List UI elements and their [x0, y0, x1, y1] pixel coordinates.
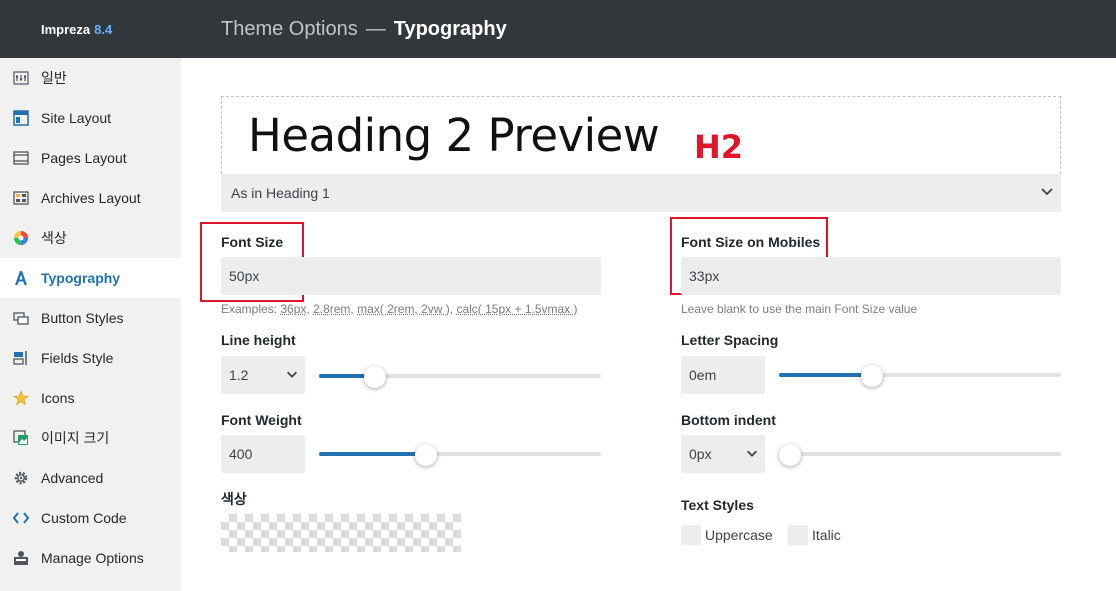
slider-fill [779, 373, 872, 377]
code-icon [12, 510, 29, 527]
italic-checkbox[interactable]: Italic [788, 525, 841, 545]
letter-spacing-label: Letter Spacing [681, 332, 779, 348]
font-family-value: As in Heading 1 [231, 185, 330, 201]
uppercase-label: Uppercase [705, 527, 773, 543]
sidebar-item-color[interactable]: 색상 [0, 218, 181, 258]
manage-icon [12, 550, 29, 567]
archive-icon [12, 190, 29, 207]
font-size-example-3[interactable]: max( 2rem, 2vw ) [357, 302, 450, 316]
sidebar-item-advanced[interactable]: Advanced [0, 458, 181, 498]
font-size-example-2[interactable]: 2.8rem [313, 302, 350, 316]
sidebar-item-typography[interactable]: Typography [0, 258, 181, 298]
bottom-indent-value: 0px [689, 446, 712, 462]
chevron-down-icon [1039, 183, 1055, 202]
button-icon [12, 310, 29, 327]
italic-label: Italic [812, 527, 841, 543]
slider-track [779, 452, 1061, 456]
slider-handle[interactable] [415, 444, 437, 466]
heading-preview-text: Heading 2 Preview [248, 109, 660, 162]
uppercase-checkbox[interactable]: Uppercase [681, 525, 773, 545]
star-icon [12, 390, 29, 407]
sidebar-item-manage-options[interactable]: Manage Options [0, 538, 181, 578]
h2-annotation: H2 [694, 128, 744, 166]
sidebar-item-archives-layout[interactable]: Archives Layout [0, 178, 181, 218]
font-size-example-4[interactable]: calc( 15px + 1.5vmax ) [456, 302, 577, 316]
letter-spacing-input[interactable]: 0em [681, 356, 765, 394]
line-height-select[interactable]: 1.2 [221, 356, 305, 394]
slider-handle[interactable] [861, 365, 883, 387]
letter-spacing-slider[interactable] [779, 365, 1061, 387]
chevron-down-icon [285, 367, 299, 384]
font-size-label: Font Size [221, 234, 284, 250]
sidebar-item-image-size[interactable]: 이미지 크기 [0, 418, 181, 458]
brand-name: Impreza [41, 21, 91, 37]
font-size-hint: Examples: 36px, 2.8rem, max( 2rem, 2vw )… [221, 302, 578, 316]
line-height-label: Line height [221, 332, 296, 348]
color-label: 색상 [221, 491, 247, 507]
sidebar-item-general[interactable]: 일반 [0, 58, 181, 98]
fields-icon [12, 350, 29, 367]
font-size-hint-prefix: Examples: [221, 302, 281, 316]
slider-handle[interactable] [364, 366, 386, 388]
sidebar-item-pages-layout[interactable]: Pages Layout [0, 138, 181, 178]
main-panel: Heading 2 Preview H2 As in Heading 1 Fon… [181, 58, 1116, 591]
font-size-example-1[interactable]: 36px [280, 302, 306, 316]
heading-preview: Heading 2 Preview [221, 96, 1061, 174]
header-separator: — [365, 17, 386, 40]
color-picker-swatch[interactable] [221, 514, 461, 552]
gear-icon [12, 470, 29, 487]
font-size-input[interactable]: 50px [221, 257, 601, 295]
typography-icon [12, 270, 29, 287]
slider-fill [319, 452, 426, 456]
font-size-mobiles-hint: Leave blank to use the main Font Size va… [681, 302, 918, 316]
chevron-down-icon [745, 446, 759, 463]
sidebar-item-icons[interactable]: Icons [0, 378, 181, 418]
text-styles-label: Text Styles [681, 497, 754, 513]
font-weight-label: Font Weight [221, 412, 302, 428]
page-title: Typography [393, 17, 507, 40]
sidebar-item-custom-code[interactable]: Custom Code [0, 498, 181, 538]
font-size-mobiles-label: Font Size on Mobiles [681, 234, 821, 250]
sidebar: Impreza 8.4 일반 Site Layout Pages Layout [0, 0, 181, 591]
font-family-select[interactable]: As in Heading 1 [221, 174, 1061, 212]
checkbox-box[interactable] [681, 525, 701, 545]
font-size-mobiles-input[interactable]: 33px [681, 257, 1061, 295]
page-header: Theme Options — Typography [181, 0, 1116, 58]
line-height-value: 1.2 [229, 367, 249, 383]
font-weight-input[interactable]: 400 [221, 435, 305, 473]
page-layout-icon [12, 150, 29, 167]
brand-version: 8.4 [94, 21, 113, 37]
layout-icon [12, 110, 29, 127]
sidebar-item-button-styles[interactable]: Button Styles [0, 298, 181, 338]
header-section: Theme Options [221, 17, 358, 40]
slider-handle[interactable] [779, 444, 801, 466]
sidebar-nav: 일반 Site Layout Pages Layout Archives Lay… [0, 58, 181, 578]
sliders-icon [12, 70, 29, 87]
line-height-slider[interactable] [319, 366, 601, 388]
sidebar-item-fields-style[interactable]: Fields Style [0, 338, 181, 378]
checkbox-box[interactable] [788, 525, 808, 545]
bottom-indent-select[interactable]: 0px [681, 435, 765, 473]
brand: Impreza 8.4 [0, 0, 181, 58]
color-wheel-icon [12, 230, 29, 247]
image-size-icon [12, 430, 29, 447]
bottom-indent-slider[interactable] [779, 444, 1061, 466]
bottom-indent-label: Bottom indent [681, 412, 776, 428]
font-weight-slider[interactable] [319, 444, 601, 466]
sidebar-item-site-layout[interactable]: Site Layout [0, 98, 181, 138]
